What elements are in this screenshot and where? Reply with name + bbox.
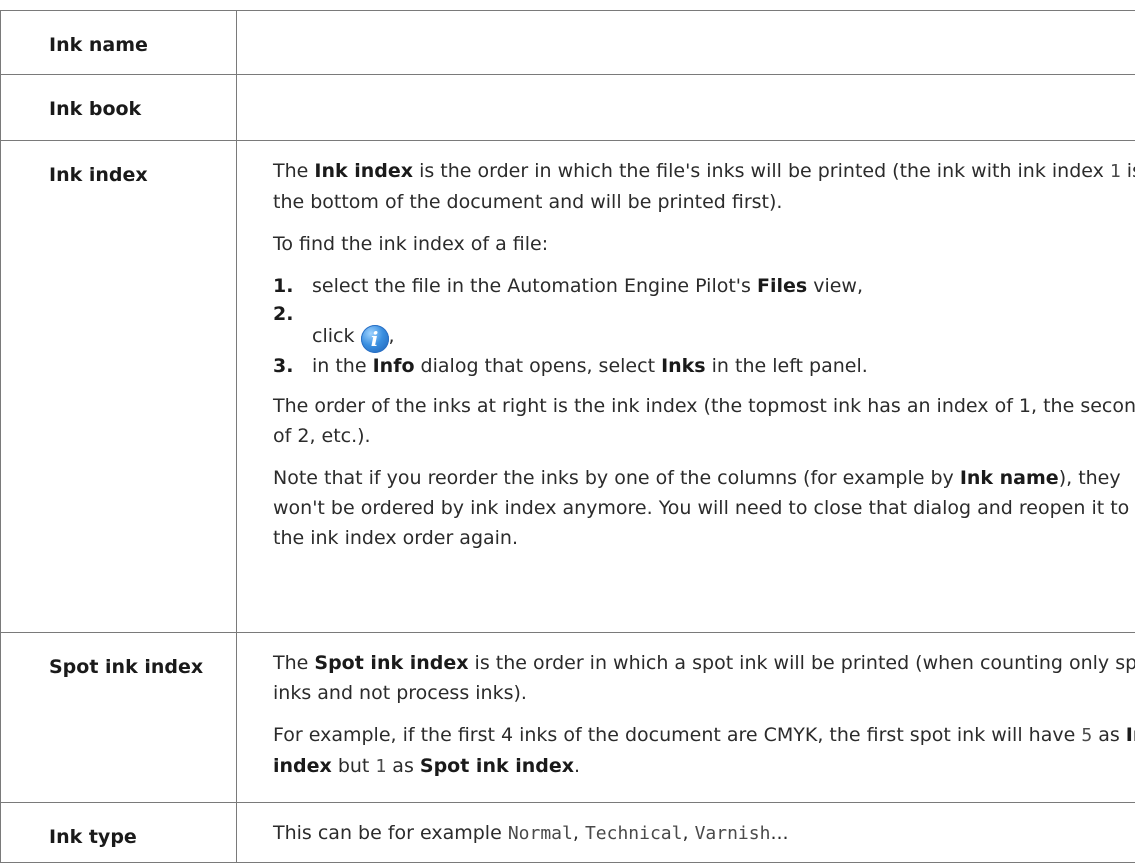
text: select the file in the Automation Engine… — [312, 275, 757, 297]
bold-term: Spot ink index — [420, 755, 574, 777]
table-row: Ink book — [1, 75, 1135, 141]
text: , — [682, 822, 694, 844]
paragraph: This can be for example Normal, Technica… — [273, 818, 1135, 849]
paragraph: The Spot ink index is the order in which… — [273, 648, 1135, 708]
step-text: click i, — [312, 321, 395, 353]
text: This can be for example — [273, 822, 508, 844]
text: , — [573, 822, 585, 844]
list-item: 2. click i, — [273, 305, 1135, 347]
steps-list: 1. select the file in the Automation Engi… — [273, 271, 1135, 381]
ink-attributes-table: Ink name Ink book Ink index The Ink inde… — [0, 10, 1135, 863]
text: as — [386, 755, 420, 777]
text: , — [389, 325, 395, 347]
list-item: 1. select the file in the Automation Engi… — [273, 271, 1135, 301]
description-cell — [237, 11, 1135, 75]
step-number: 1. — [273, 271, 293, 301]
text: is the order in which the file's inks wi… — [413, 160, 1110, 182]
text: . — [574, 755, 580, 777]
code-value: 5 — [1081, 725, 1092, 746]
text: in the left panel. — [706, 355, 868, 377]
list-item: 3.in the Info dialog that opens, select … — [273, 351, 1135, 381]
table-row: Ink name — [1, 11, 1135, 75]
bold-term: Files — [757, 275, 807, 297]
paragraph: Note that if you reorder the inks by one… — [273, 463, 1135, 553]
bold-term: Info — [373, 355, 415, 377]
code-value: 1 — [1110, 161, 1121, 182]
text: ... — [770, 822, 788, 844]
paragraph: For example, if the first 4 inks of the … — [273, 720, 1135, 782]
paragraph: To find the ink index of a file: — [273, 229, 1135, 259]
description-cell — [237, 75, 1135, 141]
term-cell: Ink type — [1, 803, 237, 863]
text: The — [273, 652, 314, 674]
description-cell: The Spot ink index is the order in which… — [237, 633, 1135, 803]
term-cell: Ink book — [1, 75, 237, 141]
code-value: Varnish — [695, 823, 771, 844]
paragraph: The Ink index is the order in which the … — [273, 156, 1135, 217]
description-cell: The Ink index is the order in which the … — [237, 141, 1135, 633]
bold-term: Spot ink index — [314, 652, 468, 674]
code-value: Technical — [585, 823, 683, 844]
bold-term: Ink index — [314, 160, 413, 182]
table-row: Spot ink index The Spot ink index is the… — [1, 633, 1135, 803]
text: view, — [807, 275, 863, 297]
text: in the — [312, 355, 373, 377]
text: Note that if you reorder the inks by one… — [273, 467, 960, 489]
code-value: Normal — [508, 823, 573, 844]
term-cell: Ink name — [1, 11, 237, 75]
text: click — [312, 325, 361, 347]
bold-term: Inks — [661, 355, 706, 377]
bold-term: Ink name — [960, 467, 1059, 489]
description-cell: This can be for example Normal, Technica… — [237, 803, 1135, 863]
table-row: Ink type This can be for example Normal,… — [1, 803, 1135, 863]
text: The — [273, 160, 314, 182]
term-cell: Spot ink index — [1, 633, 237, 803]
table-row: Ink index The Ink index is the order in … — [1, 141, 1135, 633]
text: but — [332, 755, 376, 777]
code-value: 1 — [375, 756, 386, 777]
text: dialog that opens, select — [415, 355, 662, 377]
text: For example, if the first 4 inks of the … — [273, 724, 1081, 746]
step-number: 3. — [273, 351, 293, 381]
info-icon: i — [361, 325, 389, 353]
term-cell: Ink index — [1, 141, 237, 633]
step-number: 2. — [273, 299, 293, 329]
paragraph: The order of the inks at right is the in… — [273, 391, 1135, 451]
text: as — [1092, 724, 1126, 746]
